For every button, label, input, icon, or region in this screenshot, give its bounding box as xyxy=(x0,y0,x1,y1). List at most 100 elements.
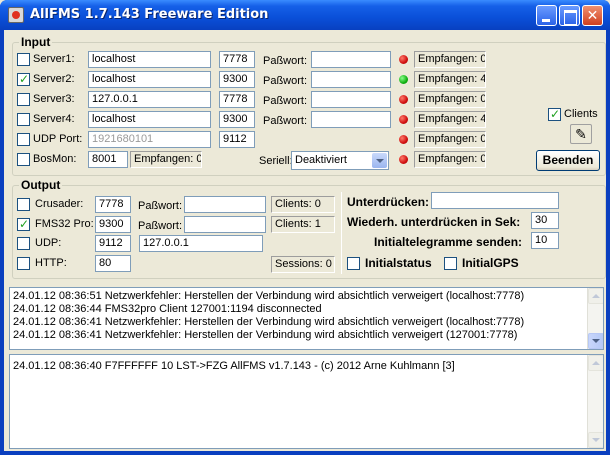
bosmon-label: BosMon: xyxy=(33,153,77,165)
server1-port-field[interactable]: 7778 xyxy=(219,51,255,68)
server2-label: Server2: xyxy=(33,73,75,85)
output-group-title: Output xyxy=(19,178,63,192)
suppress-label: Unterdrücken: xyxy=(347,195,430,209)
udp-port-label: UDP Port: xyxy=(33,133,83,145)
output-udp-checkbox[interactable] xyxy=(17,237,30,250)
server2-host-field[interactable]: localhost xyxy=(88,71,211,88)
server4-port-field[interactable]: 9300 xyxy=(219,111,255,128)
repeat-suppress-label: Wiederh. unterdrücken in Sek: xyxy=(347,215,521,229)
server1-password-label: Paßwort: xyxy=(263,55,308,67)
server2-status-indicator xyxy=(399,75,408,84)
crusader-port-field[interactable]: 7778 xyxy=(95,196,131,213)
http-sessions-status: Sessions: 0 xyxy=(271,256,335,273)
crusader-password-field[interactable] xyxy=(184,196,266,213)
input-group-title: Input xyxy=(19,35,53,49)
telegram-scrollbar[interactable] xyxy=(587,355,603,448)
log-line[interactable]: 24.01.12 08:36:41 Netzwerkfehler: Herste… xyxy=(10,329,603,342)
output-udp-host-field[interactable]: 127.0.0.1 xyxy=(139,235,263,252)
monitor-icon[interactable]: ✎ xyxy=(570,124,592,144)
telegram-lines: 24.01.12 08:36:40 F7FFFFFF 10 LST->FZG A… xyxy=(10,355,603,373)
server3-received-status: Empfangen: 0 xyxy=(414,91,486,108)
http-checkbox[interactable] xyxy=(17,257,30,270)
fms32pro-checkbox[interactable] xyxy=(17,217,30,231)
server2-port-field[interactable]: 9300 xyxy=(219,71,255,88)
server1-checkbox[interactable] xyxy=(17,53,30,66)
bosmon-checkbox[interactable] xyxy=(17,153,30,166)
server3-host-field[interactable]: 127.0.0.1 xyxy=(88,91,211,108)
scroll-up-icon[interactable] xyxy=(588,355,603,371)
close-button[interactable]: ✕ xyxy=(582,5,603,26)
suppress-field[interactable] xyxy=(431,192,559,209)
fms32pro-password-field[interactable] xyxy=(184,216,266,233)
quit-button[interactable]: Beenden xyxy=(536,150,600,171)
minimize-button[interactable] xyxy=(536,5,557,26)
server1-password-field[interactable] xyxy=(311,51,391,68)
app-window: AllFMS 1.7.143 Freeware Edition ✕ Input … xyxy=(0,0,610,455)
server4-status-indicator xyxy=(399,115,408,124)
server4-label: Server4: xyxy=(33,113,75,125)
server4-host-field[interactable]: localhost xyxy=(88,111,211,128)
scroll-up-icon[interactable] xyxy=(588,288,603,304)
udp-port-field[interactable]: 9112 xyxy=(219,131,255,148)
server2-received-status: Empfangen: 4 xyxy=(414,71,486,88)
server1-received-status: Empfangen: 0 xyxy=(414,51,486,68)
event-log-scrollbar[interactable] xyxy=(587,288,603,349)
udp-received-status: Empfangen: 0 xyxy=(414,131,486,148)
event-log-list[interactable]: 24.01.12 08:36:51 Netzwerkfehler: Herste… xyxy=(9,287,604,350)
server3-password-label: Paßwort: xyxy=(263,95,308,107)
output-udp-port-field[interactable]: 9112 xyxy=(95,235,131,252)
seriell-select-value: Deaktiviert xyxy=(295,154,347,166)
udp-host-field[interactable]: 1921680101 xyxy=(88,131,211,148)
initialgps-checkbox[interactable] xyxy=(444,257,457,270)
initialstatus-label: Initialstatus xyxy=(365,256,432,270)
fms32pro-clients-status: Clients: 1 xyxy=(271,216,335,233)
crusader-password-label: Paßwort: xyxy=(138,200,183,212)
telegram-list[interactable]: 24.01.12 08:36:40 F7FFFFFF 10 LST->FZG A… xyxy=(9,354,604,449)
scroll-down-icon[interactable] xyxy=(588,432,603,448)
server4-checkbox[interactable] xyxy=(17,113,30,126)
log-line[interactable]: 24.01.12 08:36:41 Netzwerkfehler: Herste… xyxy=(10,316,603,329)
window-title: AllFMS 1.7.143 Freeware Edition xyxy=(30,7,269,22)
output-udp-label: UDP: xyxy=(35,237,62,249)
server2-password-field[interactable] xyxy=(311,71,391,88)
close-icon: ✕ xyxy=(586,7,599,23)
fms32pro-label: FMS32 Pro: xyxy=(35,218,94,230)
log-line[interactable]: 24.01.12 08:36:51 Netzwerkfehler: Herste… xyxy=(10,290,603,303)
server2-password-label: Paßwort: xyxy=(263,75,308,87)
app-icon[interactable] xyxy=(8,7,24,23)
bosmon-received-status: Empfangen: 0 xyxy=(130,151,202,168)
repeat-suppress-field[interactable]: 30 xyxy=(531,212,559,229)
chevron-down-icon[interactable] xyxy=(372,153,387,168)
seriell-label: Seriell: xyxy=(259,155,293,167)
clients-label: Clients xyxy=(564,108,598,120)
client-area: Input Server1: localhost 7778 Paßwort: E… xyxy=(4,30,606,451)
clients-checkbox[interactable] xyxy=(548,107,561,121)
initial-telegrams-field[interactable]: 10 xyxy=(531,232,559,249)
fms32pro-port-field[interactable]: 9300 xyxy=(95,216,131,233)
initialstatus-checkbox[interactable] xyxy=(347,257,360,270)
maximize-button[interactable] xyxy=(559,5,580,26)
server4-received-status: Empfangen: 4 xyxy=(414,111,486,128)
server3-checkbox[interactable] xyxy=(17,93,30,106)
server3-port-field[interactable]: 7778 xyxy=(219,91,255,108)
seriell-received-status: Empfangen: 0 xyxy=(414,151,486,168)
seriell-select[interactable]: Deaktiviert xyxy=(291,151,389,170)
server4-password-field[interactable] xyxy=(311,111,391,128)
bosmon-port-field[interactable]: 8001 xyxy=(88,151,128,168)
server1-host-field[interactable]: localhost xyxy=(88,51,211,68)
http-port-field[interactable]: 80 xyxy=(95,255,131,272)
server3-password-field[interactable] xyxy=(311,91,391,108)
udp-port-checkbox[interactable] xyxy=(17,133,30,146)
title-bar[interactable]: AllFMS 1.7.143 Freeware Edition ✕ xyxy=(0,0,610,30)
crusader-label: Crusader: xyxy=(35,198,84,210)
server4-password-label: Paßwort: xyxy=(263,115,308,127)
server1-label: Server1: xyxy=(33,53,75,65)
udp-status-indicator xyxy=(399,135,408,144)
crusader-checkbox[interactable] xyxy=(17,198,30,211)
log-line[interactable]: 24.01.12 08:36:44 FMS32pro Client 127001… xyxy=(10,303,603,316)
scroll-down-icon[interactable] xyxy=(588,333,603,349)
server2-checkbox[interactable] xyxy=(17,72,30,86)
fms32pro-password-label: Paßwort: xyxy=(138,220,183,232)
event-log-lines: 24.01.12 08:36:51 Netzwerkfehler: Herste… xyxy=(10,288,603,342)
telegram-line[interactable]: 24.01.12 08:36:40 F7FFFFFF 10 LST->FZG A… xyxy=(10,360,603,373)
